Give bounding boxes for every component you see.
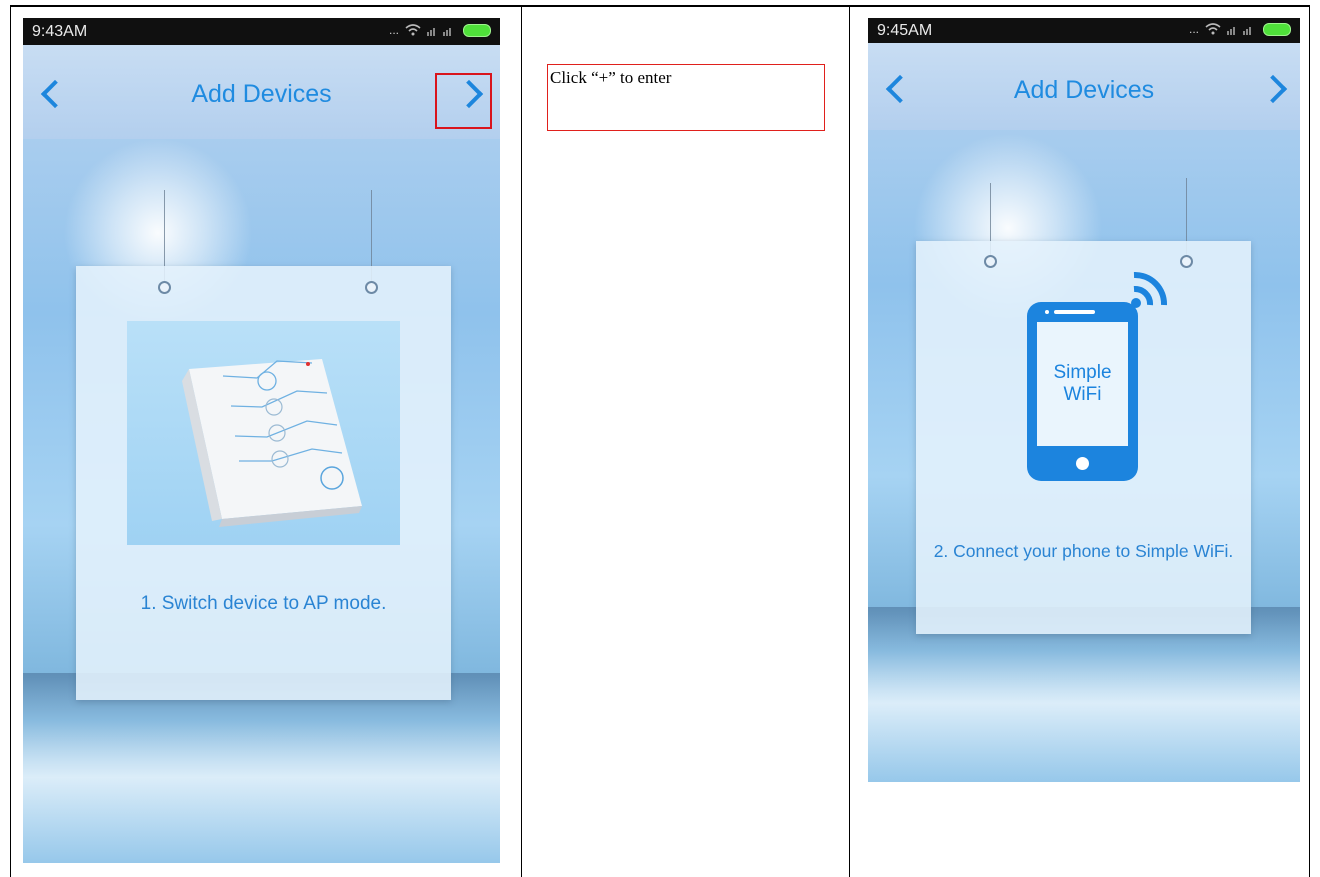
status-time: 9:43AM: [32, 23, 88, 40]
wifi-icon: [405, 24, 421, 36]
nav-bar: Add Devices: [868, 43, 1300, 130]
more-dots-icon: ...: [388, 23, 399, 37]
step-caption: 1. Switch device to AP mode.: [140, 593, 387, 614]
phone-screen: Simple WiFi: [1037, 322, 1128, 446]
pool-background: [23, 673, 500, 863]
table-border-right: [1309, 6, 1310, 877]
device-image: [127, 321, 400, 545]
callout-text: Click “+” to enter: [550, 68, 672, 87]
card-ring: [984, 255, 997, 268]
signal-icon: [1227, 27, 1251, 35]
card-ring: [1180, 255, 1193, 268]
battery-icon: [1263, 22, 1291, 36]
status-icons: ...: [389, 23, 491, 37]
instruction-card: 1. Switch device to AP mode.: [76, 266, 451, 700]
table-border-col2: [849, 6, 850, 877]
screen-text-line1: Simple: [1053, 362, 1112, 383]
instruction-callout: Click “+” to enter: [547, 64, 825, 131]
table-border-col1: [521, 6, 522, 877]
status-icons: ...: [1189, 22, 1291, 36]
more-dots-icon: ...: [1188, 22, 1199, 36]
phone-camera: [1045, 310, 1049, 314]
phone-icon: Simple WiFi: [1027, 302, 1138, 481]
right-phone-screenshot: 9:45AM ... Add Devices Simple WiFi 2. Co…: [868, 18, 1300, 782]
router-device-icon: [182, 359, 362, 527]
table-border-left: [10, 6, 11, 877]
left-phone-screenshot: 9:43AM ... Add Devices 1. Switch device …: [23, 18, 500, 863]
nav-bar: Add Devices: [23, 45, 500, 139]
next-button-highlight: [435, 73, 492, 129]
wifi-signal-icon: [1131, 272, 1167, 308]
phone-home-button: [1076, 457, 1089, 470]
wifi-icon: [1205, 23, 1221, 35]
phone-speaker: [1054, 310, 1095, 314]
status-bar: 9:45AM ...: [868, 18, 1300, 43]
battery-icon: [463, 23, 491, 37]
status-time: 9:45AM: [877, 22, 933, 39]
card-ring: [158, 281, 171, 294]
instruction-card: Simple WiFi 2. Connect your phone to Sim…: [916, 241, 1251, 634]
signal-icon: [427, 28, 451, 36]
page-title: Add Devices: [1013, 76, 1155, 104]
status-bar: 9:43AM ...: [23, 18, 500, 45]
page-title: Add Devices: [191, 80, 332, 108]
card-ring: [365, 281, 378, 294]
screen-text-line2: WiFi: [1063, 384, 1102, 405]
table-top-border: [10, 5, 1310, 7]
step-caption: 2. Connect your phone to Simple WiFi.: [933, 541, 1234, 561]
